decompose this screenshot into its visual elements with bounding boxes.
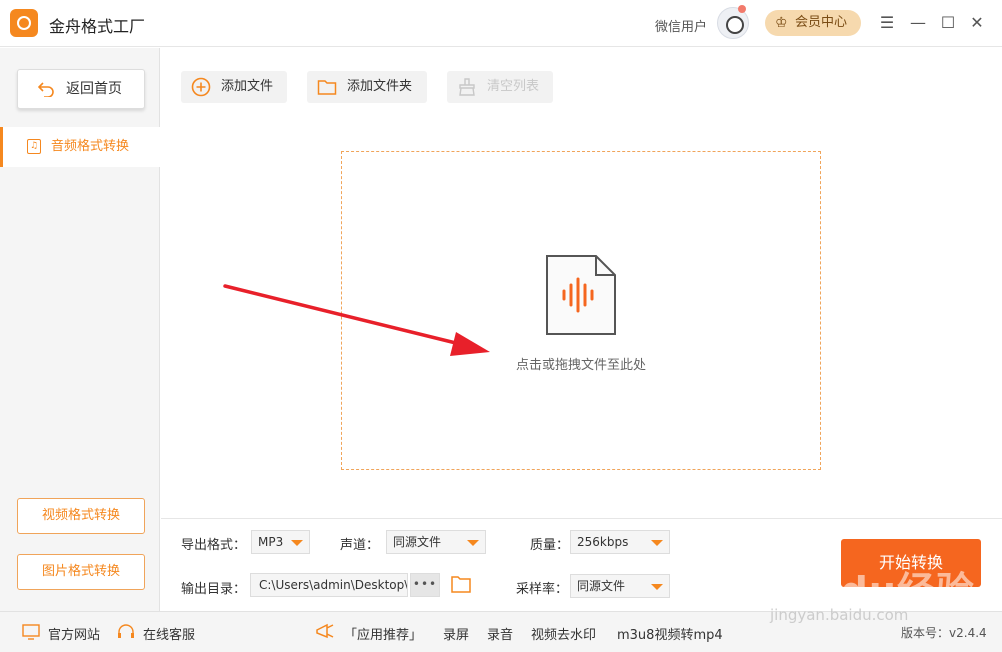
chevron-down-icon <box>651 540 663 546</box>
open-folder-icon[interactable] <box>451 575 471 593</box>
music-note-icon: ♫ <box>27 139 41 154</box>
version-label: 版本号： <box>901 626 950 640</box>
sidebar-item-label: 音频格式转换 <box>51 139 130 154</box>
chevron-down-icon <box>467 540 479 546</box>
online-support-link[interactable]: 在线客服 <box>143 624 195 643</box>
version-value: v2.4.4 <box>949 626 987 640</box>
quality-select[interactable]: 256kbps <box>570 530 670 554</box>
broom-icon <box>459 78 475 96</box>
quality-label: 质量： <box>530 538 570 553</box>
channel-select[interactable]: 同源文件 <box>386 530 486 554</box>
format-value: MP3 <box>258 535 284 549</box>
sidebar: 返回首页 ♫ 音频格式转换 视频格式转换 图片格式转换 <box>0 48 160 611</box>
record-audio-link[interactable]: 录音 <box>487 624 513 643</box>
channel-value: 同源文件 <box>393 535 442 549</box>
vip-center-button[interactable]: ♔ 会员中心 <box>765 10 861 36</box>
video-watermark-link[interactable]: 视频去水印 <box>531 624 596 643</box>
channel-label: 声道： <box>340 538 380 553</box>
maximize-icon[interactable]: ☐ <box>938 12 958 34</box>
official-website-link[interactable]: 官方网站 <box>48 624 100 643</box>
chevron-down-icon <box>291 540 303 546</box>
sidebar-item-audio-convert[interactable]: ♫ 音频格式转换 <box>0 127 160 167</box>
title-bar: 金舟格式工厂 微信用户 ♔ 会员中心 ☰ — ☐ ✕ <box>0 0 1002 47</box>
baidu-watermark-url: jingyan.baidu.com <box>770 606 909 624</box>
app-logo-icon <box>10 9 38 37</box>
video-convert-button[interactable]: 视频格式转换 <box>17 498 145 534</box>
version-info: 版本号：v2.4.4 <box>901 624 987 641</box>
monitor-icon <box>22 624 40 640</box>
format-label: 导出格式： <box>181 538 247 553</box>
clear-list-button[interactable]: 清空列表 <box>447 71 553 103</box>
avatar[interactable] <box>717 5 749 39</box>
record-screen-link[interactable]: 录屏 <box>443 624 469 643</box>
image-convert-button[interactable]: 图片格式转换 <box>17 554 145 590</box>
plus-circle-icon <box>191 77 211 97</box>
user-name[interactable]: 微信用户 <box>655 16 707 35</box>
app-title: 金舟格式工厂 <box>49 17 146 36</box>
samplerate-select[interactable]: 同源文件 <box>570 574 670 598</box>
add-file-button[interactable]: 添加文件 <box>181 71 287 103</box>
vip-center-label: 会员中心 <box>795 15 848 30</box>
add-file-label: 添加文件 <box>221 79 274 94</box>
output-dir-field[interactable]: C:\Users\admin\Desktop\ <box>250 573 408 597</box>
browse-more-button[interactable]: ••• <box>410 573 440 597</box>
samplerate-label: 采样率： <box>516 582 569 597</box>
annotation-arrow-icon <box>223 284 490 356</box>
add-folder-button[interactable]: 添加文件夹 <box>307 71 427 103</box>
back-home-button[interactable]: 返回首页 <box>17 69 145 109</box>
menu-icon[interactable]: ☰ <box>877 12 897 34</box>
output-dir-label: 输出目录： <box>181 582 247 597</box>
app-recommend-link[interactable]: 「应用推荐」 <box>344 624 422 643</box>
samplerate-value: 同源文件 <box>577 579 626 593</box>
crown-icon: ♔ <box>775 15 788 31</box>
back-home-label: 返回首页 <box>66 81 122 97</box>
chevron-down-icon <box>651 584 663 590</box>
m3u8-convert-link[interactable]: m3u8视频转mp4 <box>617 624 723 643</box>
folder-icon <box>317 80 337 95</box>
clear-list-label: 清空列表 <box>487 79 540 94</box>
format-select[interactable]: MP3 <box>251 530 310 554</box>
add-folder-label: 添加文件夹 <box>347 79 413 94</box>
audio-file-icon <box>546 255 616 335</box>
headset-icon <box>118 624 134 638</box>
back-arrow-icon <box>38 82 54 97</box>
megaphone-icon <box>316 623 334 639</box>
minimize-icon[interactable]: — <box>908 12 928 34</box>
close-icon[interactable]: ✕ <box>967 12 987 34</box>
quality-value: 256kbps <box>577 535 629 549</box>
